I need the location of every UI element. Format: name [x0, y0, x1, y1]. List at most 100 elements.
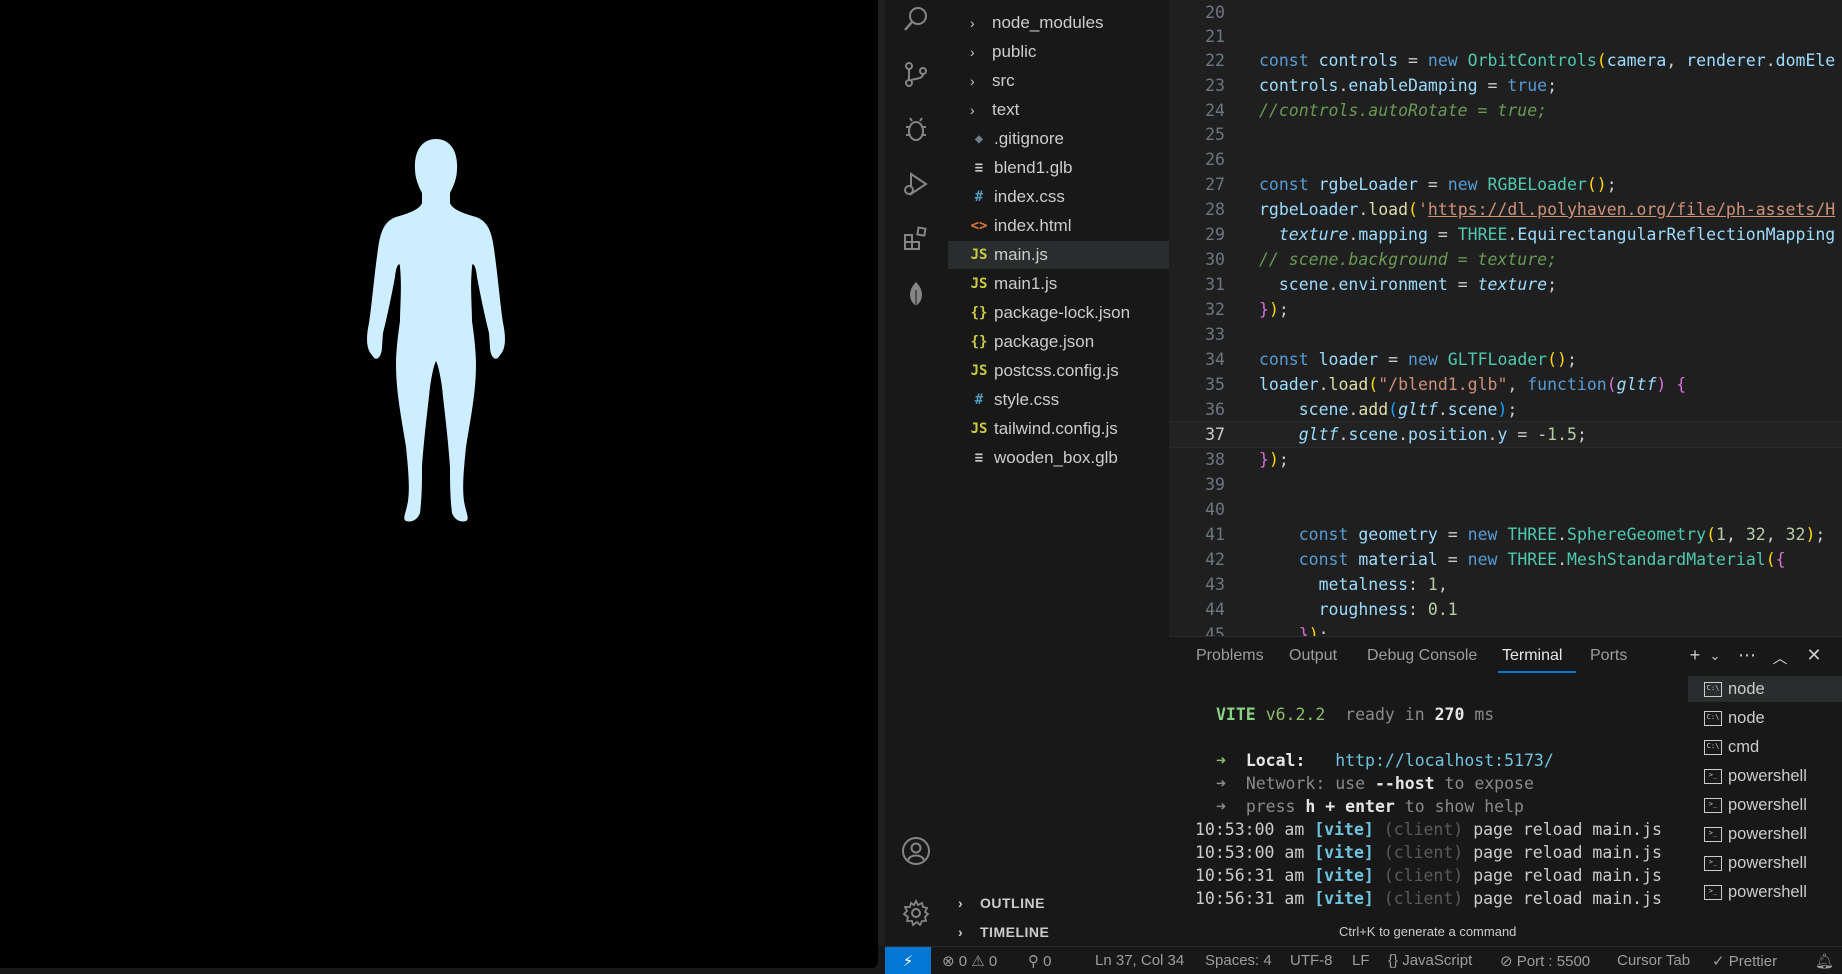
- code-editor[interactable]: 20 21 22 const controls = new OrbitContro…: [1169, 0, 1842, 636]
- file-index-html[interactable]: <> index.html: [948, 212, 1169, 240]
- folder-label: node_modules: [992, 13, 1104, 32]
- terminal-label: powershell: [1728, 824, 1807, 843]
- mongodb-leaf-icon[interactable]: [899, 277, 933, 311]
- outline-section[interactable]: › OUTLINE: [948, 890, 1169, 916]
- tab-problems[interactable]: Problems: [1196, 647, 1264, 665]
- file--gitignore[interactable]: ◆ .gitignore: [948, 125, 1169, 153]
- terminal-instance-powershell[interactable]: >_ powershell: [1688, 879, 1842, 905]
- tab-ports[interactable]: Ports: [1590, 647, 1627, 665]
- terminal-label: powershell: [1728, 795, 1807, 814]
- file-label: tailwind.config.js: [994, 419, 1118, 438]
- prettier-status[interactable]: ✓ Prettier: [1712, 952, 1777, 970]
- file-main-js[interactable]: JS main.js: [948, 241, 1169, 269]
- folder-label: src: [992, 71, 1015, 90]
- settings-gear-icon[interactable]: [899, 896, 933, 930]
- code-line: 32});: [1205, 300, 1289, 319]
- indentation[interactable]: Spaces: 4: [1205, 952, 1272, 969]
- error-icon: ⊗: [942, 953, 955, 970]
- chevron-right-icon: ›: [958, 924, 964, 940]
- file-index-css[interactable]: # index.css: [948, 183, 1169, 211]
- line-endings[interactable]: LF: [1352, 952, 1370, 969]
- code-line: 30// scene.background = texture;: [1205, 250, 1558, 269]
- code-line: 24//controls.autoRotate = true;: [1205, 101, 1548, 120]
- folder-text[interactable]: › text: [948, 96, 1169, 124]
- new-terminal-plus-icon[interactable]: +: [1684, 645, 1706, 667]
- file-main1-js[interactable]: JS main1.js: [948, 270, 1169, 298]
- timeline-section[interactable]: › TIMELINE: [948, 919, 1169, 945]
- file-wooden-box-glb[interactable]: ≡ wooden_box.glb: [948, 444, 1169, 472]
- folder-label: public: [992, 42, 1037, 61]
- remote-indicator[interactable]: ⚡: [885, 947, 931, 974]
- terminal-label: node: [1728, 708, 1765, 727]
- block-icon: ⊘: [1500, 953, 1513, 970]
- live-server-port[interactable]: ⊘ Port : 5500: [1500, 952, 1590, 970]
- extensions-icon[interactable]: [899, 222, 933, 256]
- js-icon: JS: [970, 421, 988, 437]
- ports-forwarded-status[interactable]: ⚲ 0: [1028, 952, 1052, 970]
- terminal-list: C:\ node C:\ node C:\ cmd >_ powershell >_ powers…: [1688, 676, 1842, 916]
- cursor-position[interactable]: Ln 37, Col 34: [1095, 952, 1184, 969]
- file-tailwind-config-js[interactable]: JS tailwind.config.js: [948, 415, 1169, 443]
- chevron-down-icon[interactable]: ⌄: [1704, 648, 1726, 670]
- terminal-instance-powershell[interactable]: >_ powershell: [1688, 792, 1842, 818]
- code-line: 45 });: [1205, 625, 1329, 636]
- terminal-instance-cmd[interactable]: C:\ cmd: [1688, 734, 1842, 760]
- language-mode[interactable]: {} JavaScript: [1388, 952, 1472, 969]
- folder-public[interactable]: › public: [948, 38, 1169, 66]
- tab-debug-console[interactable]: Debug Console: [1367, 647, 1477, 665]
- file-style-css[interactable]: # style.css: [948, 386, 1169, 414]
- file-postcss-config-js[interactable]: JS postcss.config.js: [948, 357, 1169, 385]
- terminal-instance-powershell[interactable]: >_ powershell: [1688, 821, 1842, 847]
- powershell-icon: >_: [1704, 768, 1722, 784]
- folder-src[interactable]: › src: [948, 67, 1169, 95]
- source-control-icon[interactable]: [899, 57, 933, 91]
- terminal-instance-node[interactable]: C:\ node: [1688, 676, 1842, 702]
- chevron-right-icon: ›: [970, 73, 975, 89]
- powershell-icon: >_: [1704, 884, 1722, 900]
- braces-icon: {}: [1388, 952, 1399, 969]
- log-line: 10:56:31 am [vite] (client) page reload …: [1195, 866, 1662, 885]
- terminal-label: node: [1728, 679, 1765, 698]
- file-label: style.css: [994, 390, 1060, 409]
- active-tab-indicator: [1498, 671, 1576, 673]
- status-bar: ⚡ ⊗ 0 ⚠ 0 ⚲ 0 Ln 37, Col 34 Spaces: 4 UT…: [885, 946, 1842, 974]
- file-package-json[interactable]: {} package.json: [948, 328, 1169, 356]
- notifications-bell-icon[interactable]: 🔔︎: [1815, 952, 1834, 970]
- more-actions-icon[interactable]: ⋯: [1736, 645, 1758, 667]
- search-icon[interactable]: [899, 2, 933, 36]
- threejs-viewport[interactable]: [0, 0, 878, 968]
- terminal-label: powershell: [1728, 766, 1807, 785]
- folder-node-modules[interactable]: › node_modules: [948, 9, 1169, 37]
- terminal-instance-powershell[interactable]: >_ powershell: [1688, 763, 1842, 789]
- file-label: package-lock.json: [994, 303, 1131, 322]
- pane-divider[interactable]: [878, 0, 885, 946]
- chevron-right-icon: ›: [970, 15, 975, 31]
- problems-status[interactable]: ⊗ 0 ⚠ 0: [942, 952, 997, 970]
- encoding[interactable]: UTF-8: [1290, 952, 1333, 969]
- code-line: 42 const material = new THREE.MeshStanda…: [1205, 550, 1786, 569]
- chevron-right-icon: ›: [970, 44, 975, 60]
- code-line: 38});: [1205, 450, 1289, 469]
- debug-bug-icon[interactable]: [899, 112, 933, 146]
- tab-terminal[interactable]: Terminal: [1502, 647, 1562, 665]
- tab-output[interactable]: Output: [1289, 647, 1337, 665]
- terminal-instance-powershell[interactable]: >_ powershell: [1688, 850, 1842, 876]
- cursor-tab[interactable]: Cursor Tab: [1617, 952, 1690, 969]
- terminal-hint: Ctrl+K to generate a command: [1339, 924, 1517, 939]
- maximize-panel-icon[interactable]: ︿: [1769, 647, 1791, 669]
- terminal-instance-node[interactable]: C:\ node: [1688, 705, 1842, 731]
- account-icon[interactable]: [899, 834, 933, 868]
- file-explorer: › node_modules › public › src › text ◆ .gitignor…: [948, 0, 1169, 946]
- check-double-icon: ✓: [1712, 953, 1725, 970]
- close-panel-icon[interactable]: ✕: [1803, 645, 1825, 667]
- file-label: index.html: [994, 216, 1072, 235]
- chevron-right-icon: ›: [970, 102, 975, 118]
- powershell-icon: >_: [1704, 797, 1722, 813]
- html-brackets-icon: <>: [970, 218, 988, 234]
- file-blend1-glb[interactable]: ≡ blend1.glb: [948, 154, 1169, 182]
- file-package-lock-json[interactable]: {} package-lock.json: [948, 299, 1169, 327]
- run-debug-icon[interactable]: [899, 167, 933, 201]
- file-lines-icon: ≡: [974, 450, 984, 466]
- code-line: 22 const controls = new OrbitControls(cam…: [1205, 51, 1836, 70]
- code-line: 29 texture.mapping = THREE.Equirectangul…: [1205, 225, 1836, 244]
